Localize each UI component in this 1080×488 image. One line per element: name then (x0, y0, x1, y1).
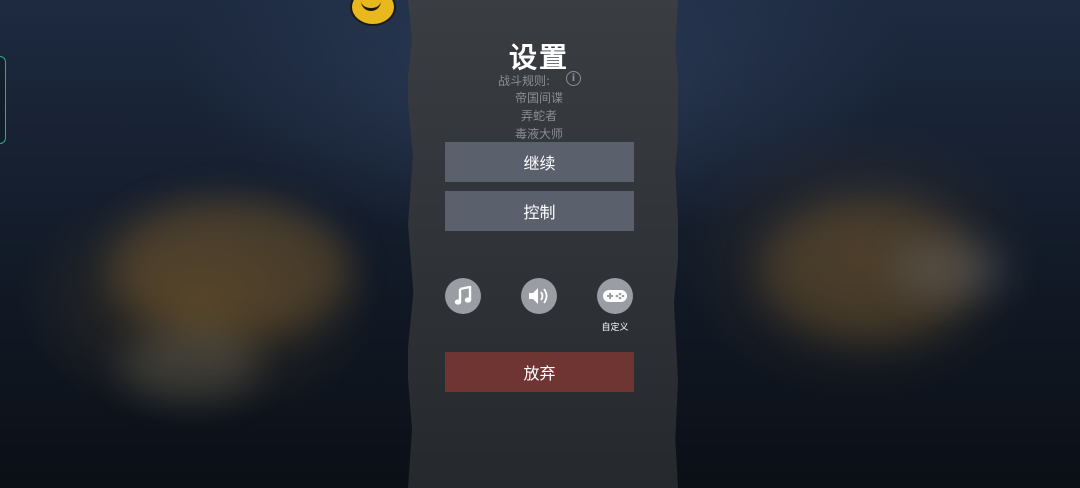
gamepad-label: 自定义 (601, 323, 629, 333)
rule-item: 帝国间谍 (514, 91, 563, 105)
page-title: 设置 (508, 41, 569, 74)
rule-item: 毒液大师 (514, 127, 563, 141)
background-blur-right-2 (890, 240, 1010, 300)
continue-button[interactable]: 继续 (445, 142, 634, 182)
gamepad-customize-button[interactable] (597, 278, 633, 314)
gamepad-icon (603, 290, 627, 302)
battle-rules-label: 战斗规则: (498, 74, 551, 88)
music-toggle-button[interactable] (445, 278, 481, 314)
background-blur-left (110, 200, 350, 340)
speaker-icon (529, 288, 548, 304)
music-note-icon (454, 286, 472, 305)
sound-toggle-button[interactable] (521, 278, 557, 314)
rule-item: 弄蛇者 (520, 109, 557, 123)
emblem-icon (350, 0, 396, 26)
controls-button[interactable]: 控制 (445, 191, 634, 231)
side-drawer-tab[interactable] (0, 56, 6, 144)
info-icon[interactable]: i (566, 71, 581, 86)
quit-button[interactable]: 放弃 (445, 352, 634, 392)
background-blur-left-2 (120, 330, 260, 400)
